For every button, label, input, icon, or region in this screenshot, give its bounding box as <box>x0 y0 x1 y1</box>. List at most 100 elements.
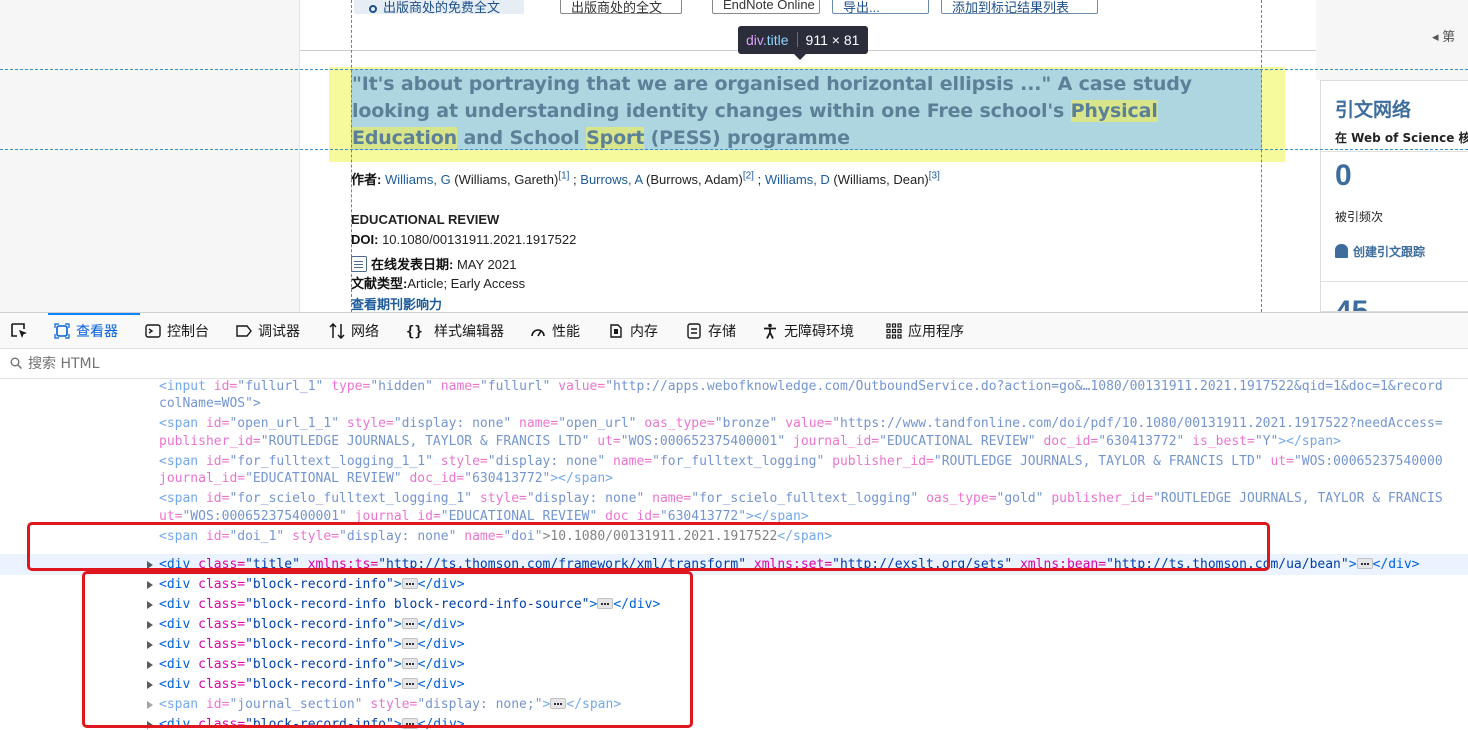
inspector-icon <box>54 323 70 339</box>
val: "open_url" <box>558 416 637 431</box>
console-icon <box>145 323 161 339</box>
val: "https://www.tandfonline.com/doi/pdf/10.… <box>832 416 1443 431</box>
tab-memory-label: 内存 <box>630 324 658 340</box>
chevron-left-icon[interactable]: ◂ <box>1432 29 1442 44</box>
citation-network-panel: 引文网络 在 Web of Science 核心合集 0 被引频次 创建引文跟踪… <box>1320 80 1468 312</box>
element-tooltip: div.title 911 × 81 <box>738 26 869 54</box>
tab-inspector[interactable]: 查看器 <box>48 313 140 348</box>
collapsed-ellipsis-icon[interactable] <box>1356 558 1373 569</box>
document-type-label: 文献类型: <box>351 276 408 291</box>
left-gutter <box>0 0 300 312</box>
node-span-open-url[interactable]: <span id="open_url_1_1" style="display: … <box>159 414 1443 433</box>
search-icon <box>10 357 22 369</box>
attr: publisher_id= <box>824 454 934 469</box>
attr: journal_id= <box>159 471 246 486</box>
tag: <input <box>159 379 214 394</box>
storage-icon <box>686 323 702 339</box>
attr: id= <box>213 379 238 394</box>
references-count[interactable]: 45 <box>1335 295 1368 311</box>
attr: value= <box>777 416 833 431</box>
val: "open_url_1_1" <box>229 416 340 431</box>
val: "display: none" <box>526 491 645 506</box>
val: "http://apps.webofknowledge.com/Outbound… <box>605 379 1443 394</box>
val: "gold" <box>996 491 1044 506</box>
tab-console[interactable]: 控制台 <box>145 313 209 348</box>
val: "EDUCATIONAL REVIEW" <box>879 434 1036 449</box>
attr: style= <box>432 454 488 469</box>
divider <box>1321 151 1468 152</box>
author-ref[interactable]: [2] <box>743 171 754 182</box>
author-link[interactable]: Williams, D <box>765 172 830 187</box>
tab-accessibility-label: 无障碍环境 <box>784 324 854 340</box>
times-cited-count[interactable]: 0 <box>1335 159 1352 193</box>
tab-storage[interactable]: 存储 <box>686 313 736 348</box>
free-fulltext-button[interactable]: 出版商处的免费全文 <box>354 0 524 14</box>
tab-application[interactable]: 应用程序 <box>886 313 964 348</box>
val: "WOS:00065237540000 <box>1293 454 1443 469</box>
application-icon <box>886 323 902 339</box>
attr: style= <box>472 491 527 506</box>
node-input-fullurl[interactable]: <input id="fullurl_1" type="hidden" name… <box>159 379 1443 396</box>
val: colName=WOS"> <box>159 396 261 411</box>
search-html-input[interactable] <box>28 353 628 375</box>
author-link[interactable]: Williams, G <box>385 172 451 187</box>
journal-name: EDUCATIONAL REVIEW <box>351 212 500 227</box>
add-to-marked-list-button[interactable]: 添加到标记结果列表 <box>941 0 1098 14</box>
tab-debugger-label: 调试器 <box>258 324 300 340</box>
val: "ROUTLEDGE JOURNALS, TAYLOR & FRANCIS LT… <box>933 454 1263 469</box>
html-search-bar <box>0 349 1468 379</box>
endnote-button[interactable]: EndNote Online <box>712 0 820 14</box>
pager[interactable]: ◂ 第 <box>1432 26 1455 45</box>
network-icon <box>329 322 345 340</box>
document-type: 文献类型:Article; Early Access <box>351 273 525 292</box>
author-link[interactable]: Burrows, A <box>580 172 642 187</box>
author-ref[interactable]: [1] <box>558 171 569 182</box>
tab-network[interactable]: 网络 <box>329 313 379 348</box>
pager-label: 第 <box>1442 29 1456 44</box>
tag: ></span> <box>550 471 613 486</box>
author-fullname: (Williams, Gareth) <box>450 172 559 187</box>
author-fullname: (Williams, Dean) <box>829 172 929 187</box>
tab-debugger[interactable]: 调试器 <box>236 313 300 348</box>
tab-style-editor[interactable]: {} 样式编辑器 <box>406 313 504 348</box>
tab-performance[interactable]: 性能 <box>530 313 580 348</box>
guide-line-right <box>1261 0 1262 312</box>
val: "630413772" <box>1098 434 1185 449</box>
title-keyword: Physical <box>1070 100 1158 122</box>
val: "fullurl_1" <box>237 379 324 394</box>
title-text-mid: and School <box>457 127 587 149</box>
tab-memory[interactable]: 内存 <box>608 313 658 348</box>
free-fulltext-icon <box>369 5 377 13</box>
publisher-fulltext-button[interactable]: 出版商处的全文 <box>560 0 682 14</box>
node-input-fullurl-cont: colName=WOS"> <box>159 394 261 413</box>
val: "fullurl" <box>479 379 551 394</box>
title-keyword: Education <box>352 127 458 149</box>
val: "for_fulltext_logging" <box>652 454 825 469</box>
author-ref[interactable]: [3] <box>929 171 940 182</box>
tab-accessibility[interactable]: 无障碍环境 <box>762 313 854 348</box>
attr: name= <box>605 454 653 469</box>
tooltip-tag: div <box>746 32 763 48</box>
calendar-icon <box>351 256 367 272</box>
author-fullname: (Burrows, Adam) <box>642 172 743 187</box>
val: "for_scielo_fulltext_logging_1" <box>229 491 473 506</box>
create-citation-alert-link[interactable]: 创建引文跟踪 <box>1335 243 1425 260</box>
debugger-icon <box>236 323 252 339</box>
attr: name= <box>432 379 480 394</box>
export-button[interactable]: 导出... <box>832 0 929 14</box>
node-span-scielo-logging[interactable]: <span id="for_scielo_fulltext_logging_1"… <box>159 489 1443 508</box>
guide-line-bottom <box>0 149 1468 150</box>
times-cited-label: 被引频次 <box>1335 210 1384 224</box>
attr: id= <box>205 416 230 431</box>
memory-icon <box>608 323 624 339</box>
journal-impact-link[interactable]: 查看期刊影响力 <box>351 294 442 312</box>
attr: name= <box>644 491 692 506</box>
tab-console-label: 控制台 <box>167 324 209 340</box>
divider <box>1321 281 1468 282</box>
tab-inspector-label: 查看器 <box>76 324 118 340</box>
attr: oas_type= <box>918 491 997 506</box>
tab-application-label: 应用程序 <box>908 324 964 340</box>
online-date-label: 在线发表日期: <box>371 257 454 272</box>
authors: 作者: Williams, G (Williams, Gareth)[1] ; … <box>351 169 940 188</box>
element-picker-icon[interactable] <box>10 322 30 340</box>
